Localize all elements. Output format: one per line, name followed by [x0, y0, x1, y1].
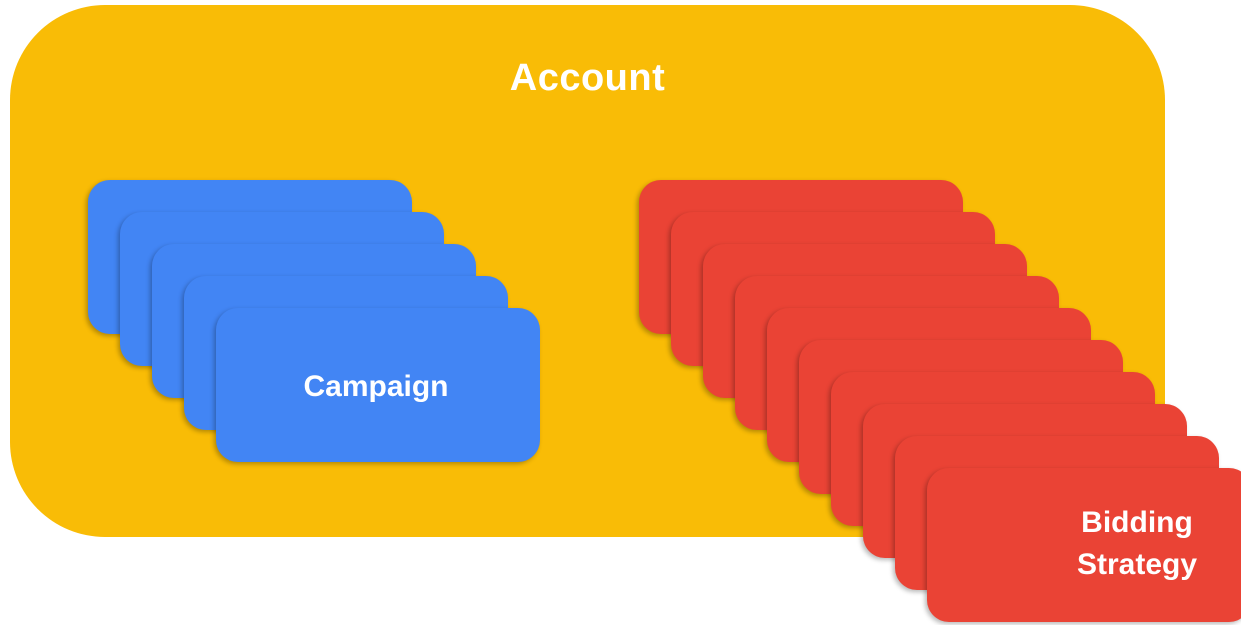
account-label: Account [509, 57, 666, 99]
diagram-canvas: Account Campaign Bidding Strategy [0, 0, 1241, 625]
bidding-strategy-label-line2: Strategy [1076, 548, 1198, 581]
bidding-strategy-card: Bidding Strategy [927, 468, 1241, 622]
bidding-strategy-label-line1: Bidding [1081, 506, 1193, 539]
campaign-card: Campaign [216, 308, 540, 462]
campaign-label: Campaign [303, 370, 449, 403]
